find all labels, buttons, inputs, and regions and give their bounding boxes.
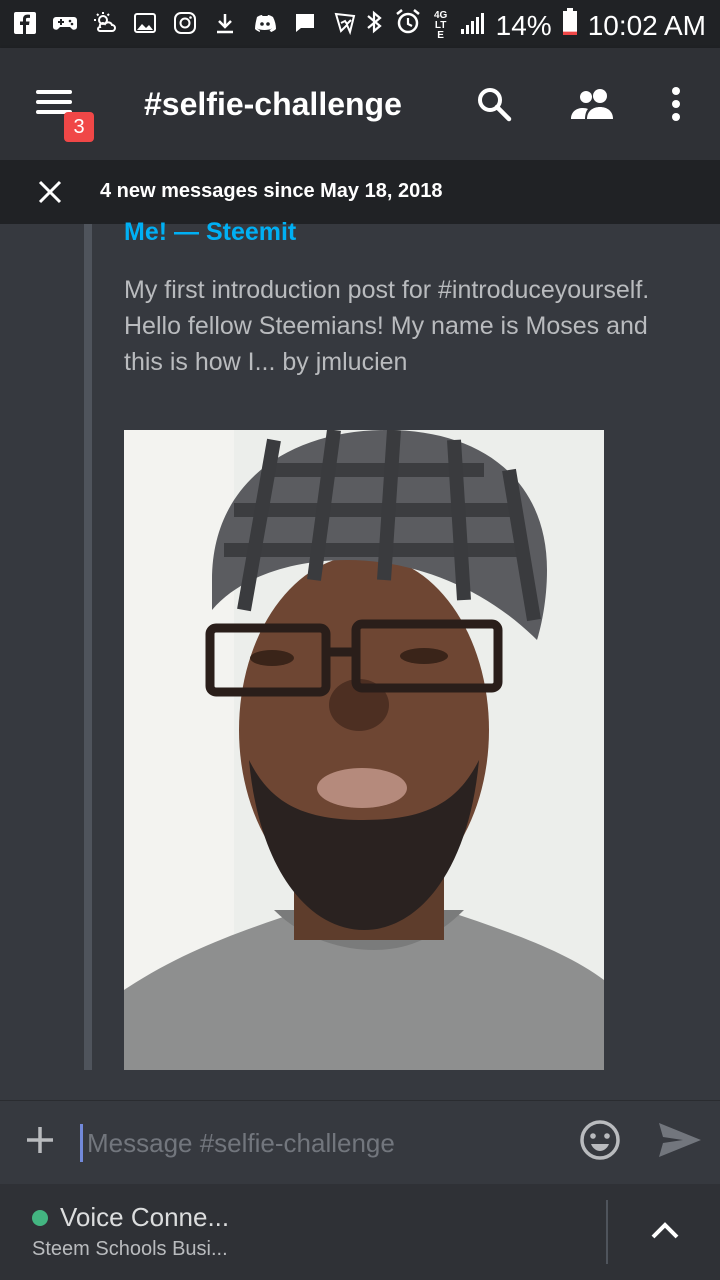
members-icon[interactable] — [566, 84, 620, 124]
bluetooth-icon — [364, 9, 384, 42]
battery-percent: 14% — [495, 9, 552, 41]
new-messages-text: 4 new messages since May 18, 2018 — [100, 180, 443, 202]
status-bar: 4G LTE 14% 10:02 AM — [0, 0, 720, 48]
more-vert-icon[interactable] — [656, 84, 696, 124]
unread-badge: 3 — [64, 112, 94, 142]
signal-icon — [460, 10, 486, 42]
discord-icon — [252, 10, 278, 36]
network-type-icon: 4G LTE — [432, 9, 450, 41]
facebook-icon — [12, 10, 38, 36]
embed-description: My first introduction post for #introduc… — [124, 276, 650, 376]
voice-title: Voice Conne... — [60, 1202, 230, 1232]
voice-channel-name: Steem Schools Busi... — [32, 1238, 228, 1260]
menu-icon — [36, 90, 72, 94]
embed-accent-bar — [84, 224, 92, 1070]
weather-icon — [92, 10, 118, 36]
embed-title-link[interactable]: Me! — Steemit — [124, 218, 296, 247]
messenger-icon — [332, 10, 358, 36]
chevron-up-icon[interactable] — [648, 1214, 682, 1248]
voice-divider — [606, 1200, 608, 1264]
menu-icon-bar — [36, 100, 72, 104]
message-input[interactable] — [80, 1124, 569, 1162]
battery-icon — [562, 8, 578, 43]
clock: 10:02 AM — [587, 9, 706, 41]
gamepad-icon — [52, 10, 78, 36]
plus-icon[interactable] — [24, 1124, 56, 1156]
network-type: 4G LTE — [433, 9, 448, 41]
download-icon — [212, 10, 238, 36]
search-icon[interactable] — [474, 84, 514, 124]
alarm-icon — [394, 8, 422, 43]
voice-status-dot — [32, 1210, 48, 1226]
chat-icon — [292, 10, 318, 36]
close-icon[interactable] — [36, 178, 64, 206]
gallery-icon — [132, 10, 158, 36]
instagram-icon — [172, 10, 198, 36]
channel-title: #selfie-challenge — [144, 86, 402, 122]
embed-selfie-image[interactable] — [124, 430, 604, 1070]
send-icon[interactable] — [656, 1120, 704, 1160]
emoji-icon[interactable] — [578, 1118, 622, 1162]
